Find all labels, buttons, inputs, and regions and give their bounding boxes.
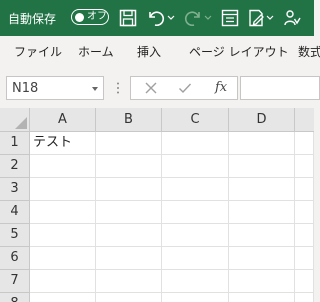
autosave-label: 自動保存 (8, 12, 57, 26)
redo-dropdown-icon[interactable] (204, 15, 212, 21)
cell-e2[interactable] (295, 155, 314, 178)
toggle-knob (75, 12, 84, 22)
worksheet-grid: A B C D 1 2 3 4 5 6 7 8 テスト (0, 108, 314, 302)
cell-c1[interactable] (162, 132, 229, 155)
cell-c4[interactable] (162, 201, 229, 224)
row-header-2[interactable]: 2 (0, 155, 30, 178)
autosave-toggle[interactable]: オフ (71, 9, 109, 25)
row-header-6[interactable]: 6 (0, 247, 30, 270)
cell-c3[interactable] (162, 178, 229, 201)
cell-b3[interactable] (96, 178, 162, 201)
edit-dropdown-icon[interactable] (266, 15, 274, 21)
ribbon-tabs: ファイル ホーム 挿入 ページ レイアウト 数式 (0, 36, 320, 65)
cell-c5[interactable] (162, 224, 229, 247)
cell-b4[interactable] (96, 201, 162, 224)
cell-c2[interactable] (162, 155, 229, 178)
formula-input[interactable] (240, 76, 320, 100)
cell-a5[interactable] (30, 224, 96, 247)
cell-d1[interactable] (229, 132, 295, 155)
cell-b1[interactable] (96, 132, 162, 155)
cell-c7[interactable] (162, 270, 229, 293)
cell-d4[interactable] (229, 201, 295, 224)
cell-a8[interactable] (30, 293, 96, 302)
cell-e1[interactable] (295, 132, 314, 155)
cell-d6[interactable] (229, 247, 295, 270)
column-header-c[interactable]: C (162, 108, 229, 132)
edit-document-icon[interactable] (246, 8, 266, 28)
row-header-3[interactable]: 3 (0, 178, 30, 201)
cancel-icon[interactable] (144, 81, 158, 95)
title-bar: 自動保存 オフ (0, 0, 314, 36)
cell-a2[interactable] (30, 155, 96, 178)
cell-b6[interactable] (96, 247, 162, 270)
undo-dropdown-icon[interactable] (167, 15, 175, 21)
cell-c8[interactable] (162, 293, 229, 302)
cell-e4[interactable] (295, 201, 314, 224)
chevron-down-icon[interactable] (92, 87, 98, 91)
formula-buttons: fx (130, 76, 238, 100)
cell-e8[interactable] (295, 293, 314, 302)
name-box[interactable]: N18 (6, 76, 104, 100)
column-header-a[interactable]: A (30, 108, 96, 132)
name-box-value: N18 (12, 81, 39, 96)
undo-icon[interactable] (146, 8, 166, 28)
cell-a7[interactable] (30, 270, 96, 293)
cell-a1[interactable]: テスト (30, 132, 96, 155)
splitter-handle-icon[interactable] (117, 82, 119, 94)
column-header-d[interactable]: D (229, 108, 295, 132)
save-icon[interactable] (118, 8, 138, 28)
cell-e6[interactable] (295, 247, 314, 270)
form-icon[interactable] (220, 8, 240, 28)
tab-formulas[interactable]: 数式 (298, 43, 320, 60)
tab-page-layout[interactable]: ページ レイアウト (189, 43, 289, 60)
tab-home[interactable]: ホーム (78, 43, 114, 60)
row-header-8[interactable]: 8 (0, 293, 30, 302)
tab-file[interactable]: ファイル (14, 43, 62, 60)
row-header-7[interactable]: 7 (0, 270, 30, 293)
tab-insert[interactable]: 挿入 (137, 43, 161, 60)
cell-b2[interactable] (96, 155, 162, 178)
row-header-5[interactable]: 5 (0, 224, 30, 247)
cell-d3[interactable] (229, 178, 295, 201)
insert-function-button[interactable]: fx (215, 80, 227, 95)
cell-d8[interactable] (229, 293, 295, 302)
enter-check-icon[interactable] (178, 81, 192, 95)
column-header-e[interactable] (295, 108, 314, 132)
row-header-1[interactable]: 1 (0, 132, 30, 155)
autosave-state: オフ (87, 11, 107, 22)
cell-e7[interactable] (295, 270, 314, 293)
accessibility-icon[interactable] (282, 8, 302, 28)
cell-a4[interactable] (30, 201, 96, 224)
formula-bar: N18 fx (0, 64, 320, 108)
select-all-corner[interactable] (0, 108, 30, 132)
cell-b7[interactable] (96, 270, 162, 293)
cell-d2[interactable] (229, 155, 295, 178)
redo-icon[interactable] (183, 8, 203, 28)
cell-c6[interactable] (162, 247, 229, 270)
cell-d7[interactable] (229, 270, 295, 293)
cell-a3[interactable] (30, 178, 96, 201)
cell-a6[interactable] (30, 247, 96, 270)
column-header-b[interactable]: B (96, 108, 162, 132)
cell-b5[interactable] (96, 224, 162, 247)
row-header-4[interactable]: 4 (0, 201, 30, 224)
cell-e3[interactable] (295, 178, 314, 201)
cell-e5[interactable] (295, 224, 314, 247)
cell-d5[interactable] (229, 224, 295, 247)
select-all-triangle-icon (15, 117, 27, 129)
cell-b8[interactable] (96, 293, 162, 302)
